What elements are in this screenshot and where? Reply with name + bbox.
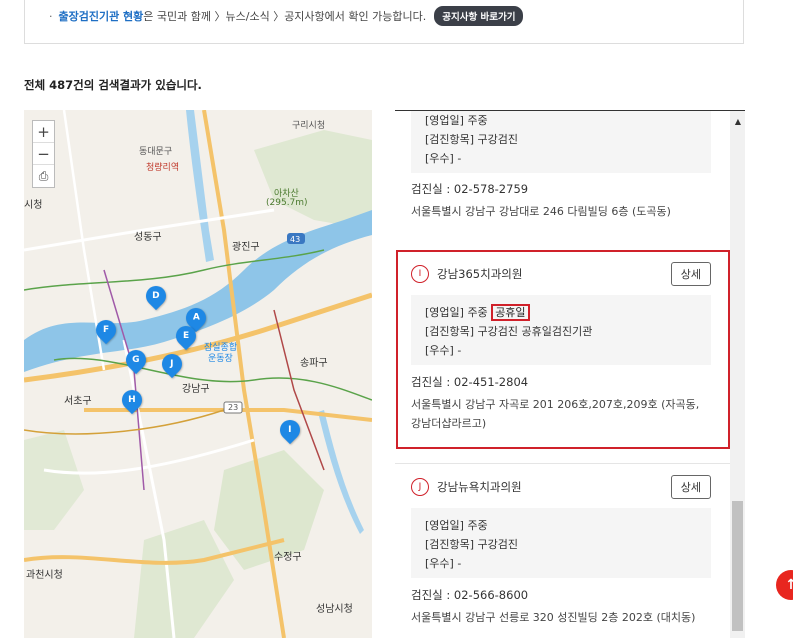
list-item-header: I 강남365치과의원 상세 xyxy=(411,262,711,286)
map-road-43: 43 xyxy=(290,235,301,244)
map-label-gwangjin: 광진구 xyxy=(232,242,260,253)
address: 서울특별시 강남구 강남대로 246 다림빌딩 6층 (도곡동) xyxy=(411,205,671,218)
detail-button[interactable]: 상세 xyxy=(670,475,711,499)
phone-number: 검진실 : 02-566-8600 xyxy=(411,588,529,602)
notice-text: 은 국민과 함께 〉뉴스/소식 〉공지사항에서 확인 가능합니다. xyxy=(143,10,427,23)
map-label-gwacheon: 과천시청 xyxy=(26,570,63,581)
phone-number: 검진실 : 02-451-2804 xyxy=(411,375,529,389)
notice-shortcut-button[interactable]: 공지사항 바로가기 xyxy=(434,6,524,26)
map-view[interactable]: 구리시청 동대문구 청량리역 아차산 (295.7m) 시청 성동구 광진구 4… xyxy=(24,110,372,638)
scroll-top-button[interactable]: ↑ xyxy=(776,570,793,600)
info-excellent: [우수] - xyxy=(425,152,462,165)
bullet: · xyxy=(49,9,53,23)
holiday-highlight: 공휴일 xyxy=(491,304,530,321)
info-box: [영업일] 주중 [검진항목] 구강검진 [우수] - xyxy=(411,111,711,173)
info-excellent: [우수] - xyxy=(425,557,462,570)
list-item-header: J 강남뉴욕치과의원 상세 xyxy=(411,475,711,499)
info-checkups: [검진항목] 구강검진 xyxy=(425,133,519,146)
map-canvas xyxy=(24,110,372,638)
map-road-23: 23 xyxy=(228,403,239,412)
result-list[interactable]: [영업일] 주중 [검진항목] 구강검진 [우수] - 검진실 : 02-578… xyxy=(395,110,745,638)
map-label-gureu: 구리시청 xyxy=(292,121,326,131)
clinic-name[interactable]: 강남365치과의원 xyxy=(437,266,522,282)
zoom-out-button[interactable]: − xyxy=(33,143,54,165)
info-checkups: [검진항목] 구강검진 공휴일검진기관 xyxy=(425,325,593,338)
address: 서울특별시 강남구 선릉로 320 성진빌딩 2층 202호 (대치동) xyxy=(411,611,696,624)
checkup-status-link[interactable]: 출장검진기관 현황 xyxy=(59,8,144,24)
scroll-thumb[interactable] xyxy=(732,501,743,631)
info-hours: [영업일] 주중 xyxy=(425,519,488,532)
map-label-dongdaemun: 동대문구 xyxy=(139,147,173,157)
info-box: [영업일] 주중 [검진항목] 구강검진 [우수] - xyxy=(411,508,711,578)
info-hours: [영업일] 주중 공휴일 xyxy=(425,303,697,322)
map-label-seongnam: 성남시청 xyxy=(316,604,353,615)
divider xyxy=(395,463,730,464)
item-badge: J xyxy=(411,478,429,496)
info-hours: [영업일] 주중 xyxy=(425,114,488,127)
detail-button[interactable]: 상세 xyxy=(670,262,711,286)
result-count: 전체 487건의 검색결과가 있습니다. xyxy=(24,78,202,92)
map-label-jamsil-2: 운동장 xyxy=(208,354,233,364)
map-zoom-controls: + − ⎙ xyxy=(32,120,55,188)
map-label-seocho: 서초구 xyxy=(64,396,92,407)
clinic-name[interactable]: 강남뉴욕치과의원 xyxy=(437,479,522,495)
info-box: [영업일] 주중 공휴일 [검진항목] 구강검진 공휴일검진기관 [우수] - xyxy=(411,295,711,365)
info-excellent: [우수] - xyxy=(425,344,462,357)
item-badge: I xyxy=(411,265,429,283)
notice-line: · 출장검진기관 현황 은 국민과 함께 〉뉴스/소식 〉공지사항에서 확인 가… xyxy=(49,6,524,26)
map-label-sicheong: 시청 xyxy=(24,200,43,211)
info-checkups: [검진항목] 구강검진 xyxy=(425,538,519,551)
scroll-up-icon[interactable]: ▲ xyxy=(735,117,741,126)
map-label-songpa: 송파구 xyxy=(300,358,328,369)
phone-number: 검진실 : 02-578-2759 xyxy=(411,182,529,196)
map-label-gangnam: 강남구 xyxy=(182,384,210,395)
print-icon[interactable]: ⎙ xyxy=(33,165,54,187)
map-label-cheongnyangni: 청량리역 xyxy=(146,163,180,173)
address: 서울특별시 강남구 자곡로 201 206호,207호,209호 (자곡동, 강… xyxy=(411,398,700,430)
map-label-sujeong: 수정구 xyxy=(274,552,302,563)
map-label-achasan-height: (295.7m) xyxy=(266,198,308,208)
notice-box: · 출장검진기관 현황 은 국민과 함께 〉뉴스/소식 〉공지사항에서 확인 가… xyxy=(24,0,744,44)
map-label-seongdong: 성동구 xyxy=(134,232,162,243)
scrollbar[interactable]: ▲ xyxy=(730,111,745,638)
zoom-in-button[interactable]: + xyxy=(33,121,54,143)
